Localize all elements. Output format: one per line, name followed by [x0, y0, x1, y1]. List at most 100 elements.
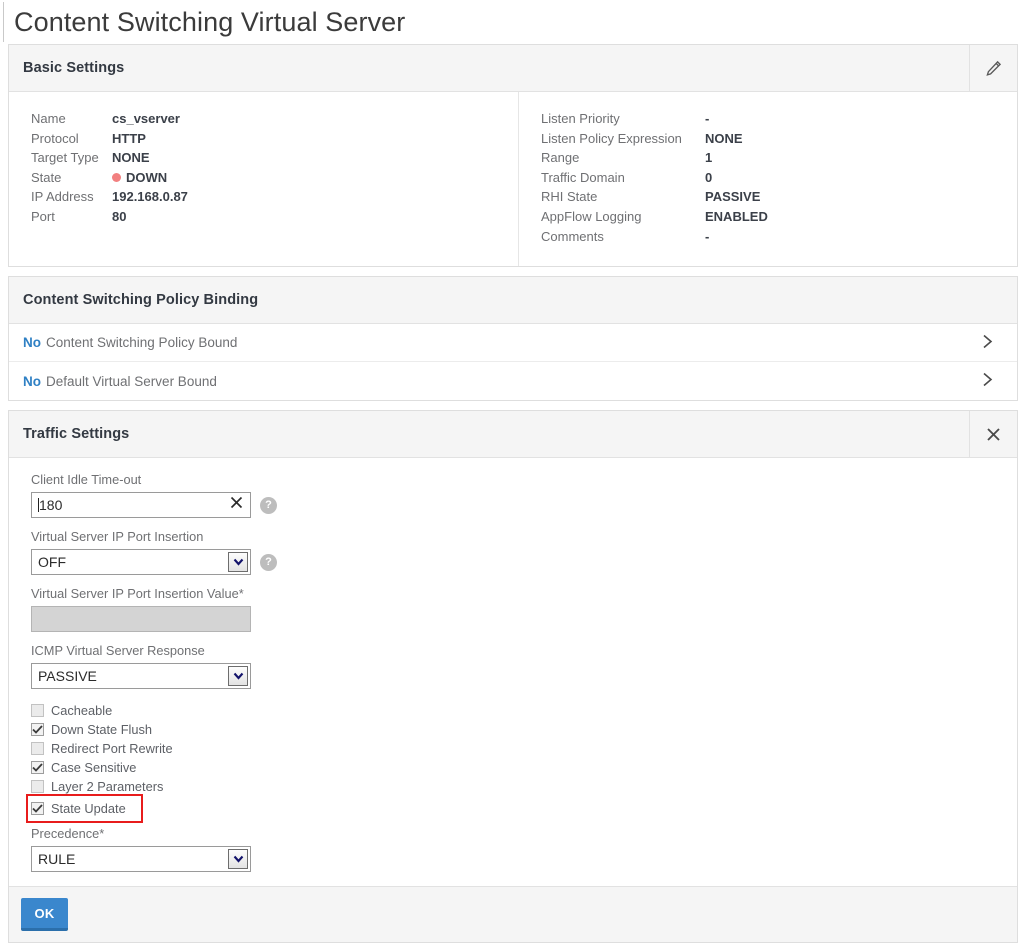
policy-binding-row-default-vserver[interactable]: No Default Virtual Server Bound [9, 362, 1017, 400]
edit-basic-settings-button[interactable] [969, 45, 1017, 91]
detail-value: - [705, 228, 710, 244]
detail-row: Target Type NONE [31, 148, 518, 168]
traffic-settings-checkbox-group: Cacheable Down State Flush Redirect Port… [26, 701, 1017, 824]
binding-text: Default Virtual Server Bound [46, 373, 217, 389]
binding-count: No [23, 335, 41, 351]
vsvr-ip-port-insertion-select[interactable]: OFF [31, 549, 251, 576]
checkbox-label: Cacheable [51, 703, 113, 719]
traffic-settings-title: Traffic Settings [23, 426, 130, 443]
detail-row: Name cs_vserver [31, 109, 518, 129]
client-idle-timeout-value: 180 [39, 497, 63, 514]
detail-value: 0 [705, 169, 713, 185]
help-icon[interactable]: ? [260, 496, 277, 514]
icmp-vsvr-response-select[interactable]: PASSIVE [31, 663, 251, 690]
checkbox-box-unchecked-icon [31, 742, 44, 756]
icmp-vsvr-response-value: PASSIVE [38, 668, 97, 685]
state-text: DOWN [126, 169, 168, 185]
client-idle-timeout-label: Client Idle Time-out [31, 472, 142, 488]
checkbox-redirect-port-rewrite[interactable]: Redirect Port Rewrite [31, 739, 1017, 758]
detail-value: 80 [112, 208, 127, 224]
chevron-down-icon [228, 849, 248, 870]
checkbox-box-checked-icon [31, 723, 44, 737]
chevron-down-icon [228, 666, 248, 687]
detail-value: 1 [705, 150, 713, 166]
detail-value: PASSIVE [705, 189, 761, 205]
detail-label: Range [541, 150, 580, 166]
detail-value: ENABLED [705, 208, 768, 224]
ok-button[interactable]: OK [21, 898, 68, 932]
policy-binding-card: Content Switching Policy Binding No Cont… [8, 276, 1018, 402]
basic-settings-right-column: Listen Priority - Listen Policy Expressi… [519, 92, 1017, 266]
checkbox-label: Redirect Port Rewrite [51, 741, 173, 757]
client-idle-timeout-input[interactable]: 180 [31, 492, 251, 519]
detail-value: NONE [705, 130, 743, 146]
detail-row-state: State DOWN [31, 168, 518, 188]
basic-settings-title: Basic Settings [23, 60, 125, 76]
detail-label: Target Type [31, 150, 99, 166]
checkbox-box-checked-icon [31, 761, 44, 775]
detail-row: AppFlow Logging ENABLED [541, 207, 1017, 227]
checkbox-label: Layer 2 Parameters [51, 779, 164, 795]
checkbox-box-checked-icon [31, 802, 44, 816]
checkbox-case-sensitive[interactable]: Case Sensitive [31, 758, 1017, 777]
traffic-settings-header: Traffic Settings [9, 411, 1017, 459]
basic-settings-header: Basic Settings [9, 45, 1017, 92]
detail-row: Range 1 [541, 148, 1017, 168]
status-dot-icon [112, 172, 121, 182]
precedence-label: Precedence* [31, 826, 105, 842]
traffic-settings-form: Client Idle Time-out 180 ? Virtual Serve… [9, 458, 1017, 887]
detail-label: State [31, 169, 62, 185]
detail-label: Port [31, 208, 55, 224]
chevron-down-icon [228, 552, 248, 573]
basic-settings-body: Name cs_vserver Protocol HTTP Target Typ… [9, 92, 1017, 267]
close-icon [986, 427, 1001, 442]
pencil-icon [985, 60, 1002, 77]
vsvr-ip-port-insertion-value-row [31, 606, 1017, 633]
precedence-select[interactable]: RULE [31, 846, 251, 873]
policy-binding-title: Content Switching Policy Binding [23, 292, 259, 309]
binding-count: No [23, 373, 41, 389]
help-icon[interactable]: ? [260, 553, 277, 571]
checkbox-box-unchecked-icon [31, 780, 44, 794]
detail-label: RHI State [541, 189, 598, 205]
page-title: Content Switching Virtual Server [14, 7, 406, 37]
traffic-settings-card: Traffic Settings Client Idle Time-out 18… [8, 410, 1018, 943]
close-traffic-settings-button[interactable] [969, 411, 1017, 458]
detail-row: Comments - [541, 227, 1017, 247]
checkbox-layer-2-parameters[interactable]: Layer 2 Parameters [31, 777, 1017, 796]
detail-row: Traffic Domain 0 [541, 168, 1017, 188]
vsvr-ip-port-insertion-value-input [31, 606, 251, 633]
detail-value: - [705, 111, 710, 126]
detail-label: Traffic Domain [541, 169, 625, 185]
checkbox-label: Case Sensitive [51, 760, 137, 776]
precedence-row: RULE [31, 846, 1017, 873]
detail-row: RHI State PASSIVE [541, 187, 1017, 207]
traffic-settings-footer: OK [9, 886, 1017, 943]
chevron-right-icon [982, 372, 993, 391]
detail-value: cs_vserver [112, 111, 180, 126]
client-idle-timeout-row: 180 ? [31, 492, 1017, 519]
checkbox-box-unchecked-icon [31, 704, 44, 718]
basic-settings-card: Basic Settings Name cs_vserver Protocol … [8, 44, 1018, 268]
detail-value: HTTP [112, 130, 146, 146]
chevron-right-icon [982, 333, 993, 352]
checkbox-down-state-flush[interactable]: Down State Flush [31, 720, 1017, 739]
detail-label: IP Address [31, 189, 94, 205]
detail-value: NONE [112, 150, 150, 166]
vsvr-ip-port-insertion-value-label: Virtual Server IP Port Insertion Value* [31, 586, 244, 602]
vsvr-ip-port-insertion-label: Virtual Server IP Port Insertion [31, 529, 204, 545]
detail-label: Comments [541, 228, 604, 244]
checkbox-label: State Update [51, 801, 126, 817]
basic-settings-left-column: Name cs_vserver Protocol HTTP Target Typ… [9, 92, 519, 267]
detail-row: IP Address 192.168.0.87 [31, 187, 518, 207]
policy-binding-row-cs-policy[interactable]: No Content Switching Policy Bound [9, 324, 1017, 363]
detail-row: Protocol HTTP [31, 129, 518, 149]
policy-binding-header: Content Switching Policy Binding [9, 277, 1017, 325]
checkbox-state-update[interactable]: State Update [26, 794, 143, 824]
checkbox-cacheable[interactable]: Cacheable [31, 701, 1017, 720]
binding-text: Content Switching Policy Bound [46, 335, 238, 351]
clear-x-icon[interactable] [230, 496, 243, 514]
vsvr-ip-port-insertion-value: OFF [38, 554, 66, 571]
icmp-vsvr-response-row: PASSIVE [31, 663, 1017, 690]
detail-label: Protocol [31, 130, 79, 146]
